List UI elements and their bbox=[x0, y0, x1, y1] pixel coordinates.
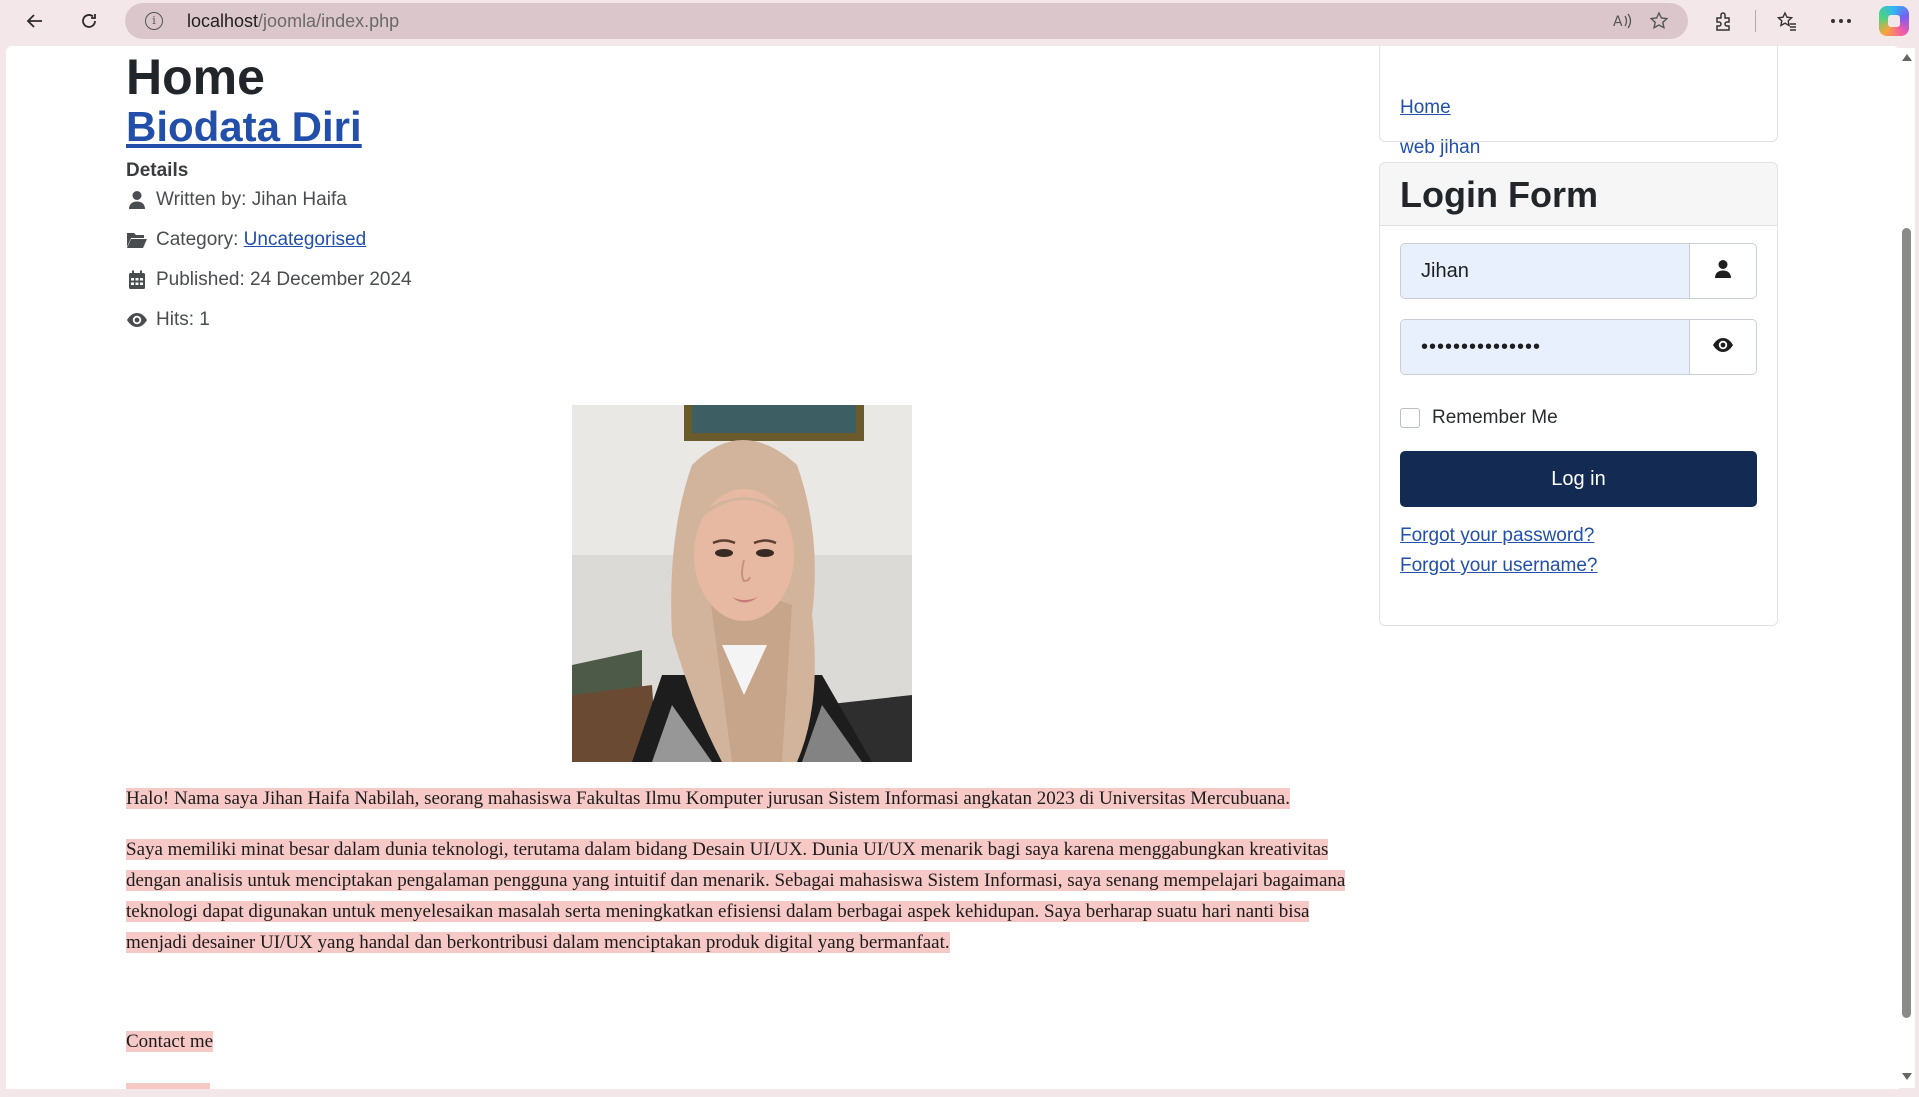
more-options-icon[interactable] bbox=[1824, 6, 1858, 36]
hits-text: Hits: 1 bbox=[156, 309, 210, 330]
user-icon bbox=[1714, 259, 1732, 284]
refresh-icon[interactable] bbox=[73, 6, 105, 36]
meta-hits: Hits: 1 bbox=[126, 306, 210, 334]
back-icon[interactable] bbox=[19, 6, 51, 36]
menu-item-web-jihan[interactable]: web jihan bbox=[1400, 137, 1480, 159]
category-link[interactable]: Uncategorised bbox=[244, 229, 367, 251]
remember-me-row[interactable]: Remember Me bbox=[1400, 407, 1558, 429]
main-menu-card: Home web jihan bbox=[1379, 46, 1778, 158]
toolbar-divider bbox=[1755, 10, 1756, 32]
browser-toolbar: i localhost/joomla/index.php A bbox=[0, 0, 1919, 42]
intro-paragraph: Halo! Nama saya Jihan Haifa Nabilah, seo… bbox=[126, 788, 1290, 809]
login-form-card: Login Form Remember Me Log in Forgot yo bbox=[1379, 162, 1778, 626]
details-label: Details bbox=[126, 160, 189, 181]
svg-text:A: A bbox=[1613, 14, 1623, 30]
read-aloud-icon[interactable]: A bbox=[1609, 8, 1637, 34]
meta-author: Written by: Jihan Haifa bbox=[126, 186, 347, 214]
page-scrollbar[interactable] bbox=[1897, 48, 1915, 1088]
profile-photo bbox=[572, 405, 912, 762]
scrollbar-thumb[interactable] bbox=[1902, 228, 1911, 1018]
login-form-title: Login Form bbox=[1400, 174, 1598, 215]
author-text: Written by: Jihan Haifa bbox=[156, 189, 347, 210]
folder-open-icon bbox=[126, 229, 148, 251]
calendar-icon bbox=[126, 269, 148, 291]
username-addon bbox=[1689, 244, 1756, 298]
favorites-icon[interactable] bbox=[1770, 6, 1804, 36]
forgot-password-link[interactable]: Forgot your password? bbox=[1400, 525, 1594, 547]
page-viewport: Home Biodata Diri Details Written by: Ji… bbox=[6, 46, 1899, 1089]
show-password-button[interactable] bbox=[1689, 320, 1756, 374]
favorite-star-icon[interactable] bbox=[1645, 8, 1673, 34]
meta-category: Category: Uncategorised bbox=[126, 226, 366, 254]
eye-icon bbox=[1712, 337, 1734, 358]
eye-icon bbox=[126, 309, 148, 331]
username-field bbox=[1400, 243, 1757, 299]
password-field bbox=[1400, 319, 1757, 375]
scroll-down-icon[interactable] bbox=[1902, 1073, 1912, 1080]
menu-item-home[interactable]: Home bbox=[1400, 97, 1451, 119]
site-info-icon[interactable]: i bbox=[145, 12, 163, 30]
extensions-icon[interactable] bbox=[1707, 6, 1741, 36]
user-icon bbox=[126, 189, 148, 211]
meta-published: Published: 24 December 2024 bbox=[126, 266, 412, 294]
login-card-header: Login Form bbox=[1380, 163, 1777, 226]
scroll-up-icon[interactable] bbox=[1902, 54, 1912, 61]
category-prefix: Category: bbox=[156, 229, 244, 250]
article-title-link[interactable]: Biodata Diri bbox=[126, 103, 362, 150]
username-input[interactable] bbox=[1401, 244, 1691, 298]
password-input[interactable] bbox=[1401, 320, 1691, 374]
remember-me-label: Remember Me bbox=[1432, 407, 1558, 428]
address-bar[interactable]: i localhost/joomla/index.php A bbox=[125, 3, 1688, 39]
page-heading: Home bbox=[126, 49, 265, 105]
interest-paragraph: Saya memiliki minat besar dalam dunia te… bbox=[126, 839, 1346, 953]
forgot-username-link[interactable]: Forgot your username? bbox=[1400, 555, 1598, 577]
login-button[interactable]: Log in bbox=[1400, 451, 1757, 507]
remember-me-checkbox[interactable] bbox=[1400, 408, 1420, 428]
contact-heading: Contact me bbox=[126, 1031, 214, 1052]
published-text: Published: 24 December 2024 bbox=[156, 269, 412, 290]
url-text[interactable]: localhost/joomla/index.php bbox=[187, 11, 399, 32]
article-title: Biodata Diri bbox=[126, 102, 362, 152]
window-bottom-edge bbox=[0, 1089, 1919, 1097]
copilot-icon[interactable] bbox=[1879, 6, 1909, 36]
